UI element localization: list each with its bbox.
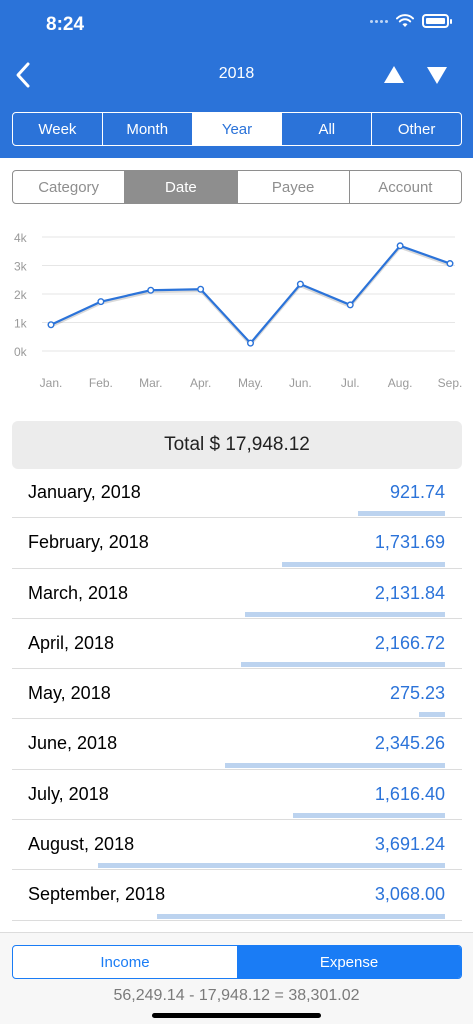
data-point[interactable]: [197, 285, 205, 293]
month-amount: 2,345.26: [374, 733, 445, 754]
month-label: June, 2018: [28, 733, 118, 754]
x-tick-label: Feb.: [89, 376, 113, 390]
month-label: September, 2018: [28, 884, 166, 905]
tab-other[interactable]: Other: [372, 113, 461, 145]
x-tick-label: Aug.: [388, 376, 413, 390]
x-tick-label: Apr.: [190, 376, 211, 390]
y-tick-label: 4k: [14, 231, 28, 245]
cellular-signal-icon: [370, 19, 388, 23]
bottom-bar: Income Expense 56,249.14 - 17,948.12 = 3…: [0, 932, 473, 1024]
tab-month[interactable]: Month: [103, 113, 193, 145]
data-point[interactable]: [147, 286, 155, 294]
amount-bar: [293, 813, 445, 819]
x-tick-label: Jul.: [341, 376, 360, 390]
data-point[interactable]: [446, 260, 454, 268]
amount-bar: [419, 712, 445, 718]
battery-icon: [422, 14, 452, 28]
tab-week[interactable]: Week: [13, 113, 103, 145]
nav-bar: 2018: [0, 55, 473, 95]
status-time: 8:24: [46, 14, 85, 35]
data-point[interactable]: [246, 339, 254, 347]
period-segmented-control: Week Month Year All Other: [12, 112, 462, 146]
month-label: February, 2018: [28, 532, 149, 553]
list-item[interactable]: March, 2018 2,131.84: [12, 569, 462, 619]
list-item[interactable]: January, 2018 921.74: [12, 468, 462, 519]
status-icons: [370, 14, 452, 28]
x-tick-label: Sep.: [438, 376, 463, 390]
data-point[interactable]: [396, 242, 404, 250]
month-amount: 275.23: [389, 683, 445, 704]
amount-bar: [98, 863, 445, 869]
total-label: Total $ 17,948.12: [164, 434, 310, 455]
data-point[interactable]: [47, 321, 55, 329]
month-amount: 1,616.40: [374, 783, 445, 804]
month-label: March, 2018: [28, 582, 129, 603]
month-amount: 2,131.84: [374, 582, 445, 603]
month-amount: 1,731.69: [374, 532, 445, 553]
amount-bar: [241, 662, 445, 668]
month-amount: 2,166.72: [374, 632, 445, 653]
month-amount: 3,068.00: [374, 884, 445, 905]
tab-all[interactable]: All: [282, 113, 373, 145]
month-label: May, 2018: [28, 683, 111, 704]
wifi-icon: [396, 14, 414, 27]
data-point[interactable]: [97, 298, 105, 306]
month-amount: 921.74: [389, 482, 445, 502]
tab-category[interactable]: Category: [13, 171, 126, 203]
home-indicator: [152, 1013, 321, 1018]
line-chart: 4k 3k 2k 1k 0k Jan. Feb. Mar. Apr. May. Jun. Jul. Au…: [14, 231, 463, 390]
income-expense-segmented-control: Income Expense: [12, 945, 462, 979]
y-tick-label: 0k: [14, 345, 28, 359]
month-amount: 3,691.24: [374, 834, 445, 855]
data-point[interactable]: [346, 301, 354, 309]
x-tick-label: Mar.: [139, 376, 162, 390]
tab-year[interactable]: Year: [192, 113, 283, 145]
list-item[interactable]: February, 2018 1,731.69: [12, 518, 462, 569]
tab-income[interactable]: Income: [13, 946, 237, 978]
tab-payee[interactable]: Payee: [238, 171, 350, 203]
total-summary: Total $ 17,948.12: [12, 421, 462, 469]
x-tick-label: Jun.: [289, 376, 312, 390]
list-item[interactable]: September, 2018 3,068.00: [12, 870, 462, 921]
list-item[interactable]: July, 2018 1,616.40: [12, 770, 462, 821]
month-label: August, 2018: [28, 834, 135, 855]
month-label: July, 2018: [28, 783, 109, 804]
list-item[interactable]: June, 2018 2,345.26: [12, 719, 462, 770]
y-tick-label: 1k: [14, 317, 28, 331]
next-period-triangle-icon[interactable]: [425, 63, 449, 87]
month-label: April, 2018: [28, 632, 115, 653]
amount-bar: [157, 913, 445, 919]
amount-bar: [358, 511, 445, 517]
series-line-shadow: [50, 246, 451, 347]
list-item[interactable]: August, 2018 3,691.24: [12, 820, 462, 871]
balance-summary: 56,249.14 - 17,948.12 = 38,301.02: [113, 987, 360, 1004]
tab-date[interactable]: Date: [125, 171, 238, 203]
list-item[interactable]: May, 2018 275.23: [12, 669, 462, 720]
x-tick-label: May.: [238, 376, 263, 390]
month-list: January, 2018 921.74 February, 2018 1,731.6…: [12, 468, 462, 921]
x-tick-label: Jan.: [40, 376, 63, 390]
amount-bar: [282, 561, 445, 567]
previous-period-triangle-icon[interactable]: [382, 63, 406, 87]
tab-expense[interactable]: Expense: [237, 946, 461, 978]
y-tick-label: 2k: [14, 288, 28, 302]
group-by-segmented-control: Category Date Payee Account: [12, 170, 462, 204]
amount-bar: [245, 611, 445, 617]
header: 8:24 2018 Week Month Year All Other: [0, 0, 473, 158]
month-label: January, 2018: [28, 482, 141, 502]
amount-bar: [225, 762, 445, 768]
list-item[interactable]: April, 2018 2,166.72: [12, 619, 462, 670]
y-tick-label: 3k: [14, 260, 28, 274]
tab-account[interactable]: Account: [350, 171, 461, 203]
data-point[interactable]: [296, 280, 304, 288]
